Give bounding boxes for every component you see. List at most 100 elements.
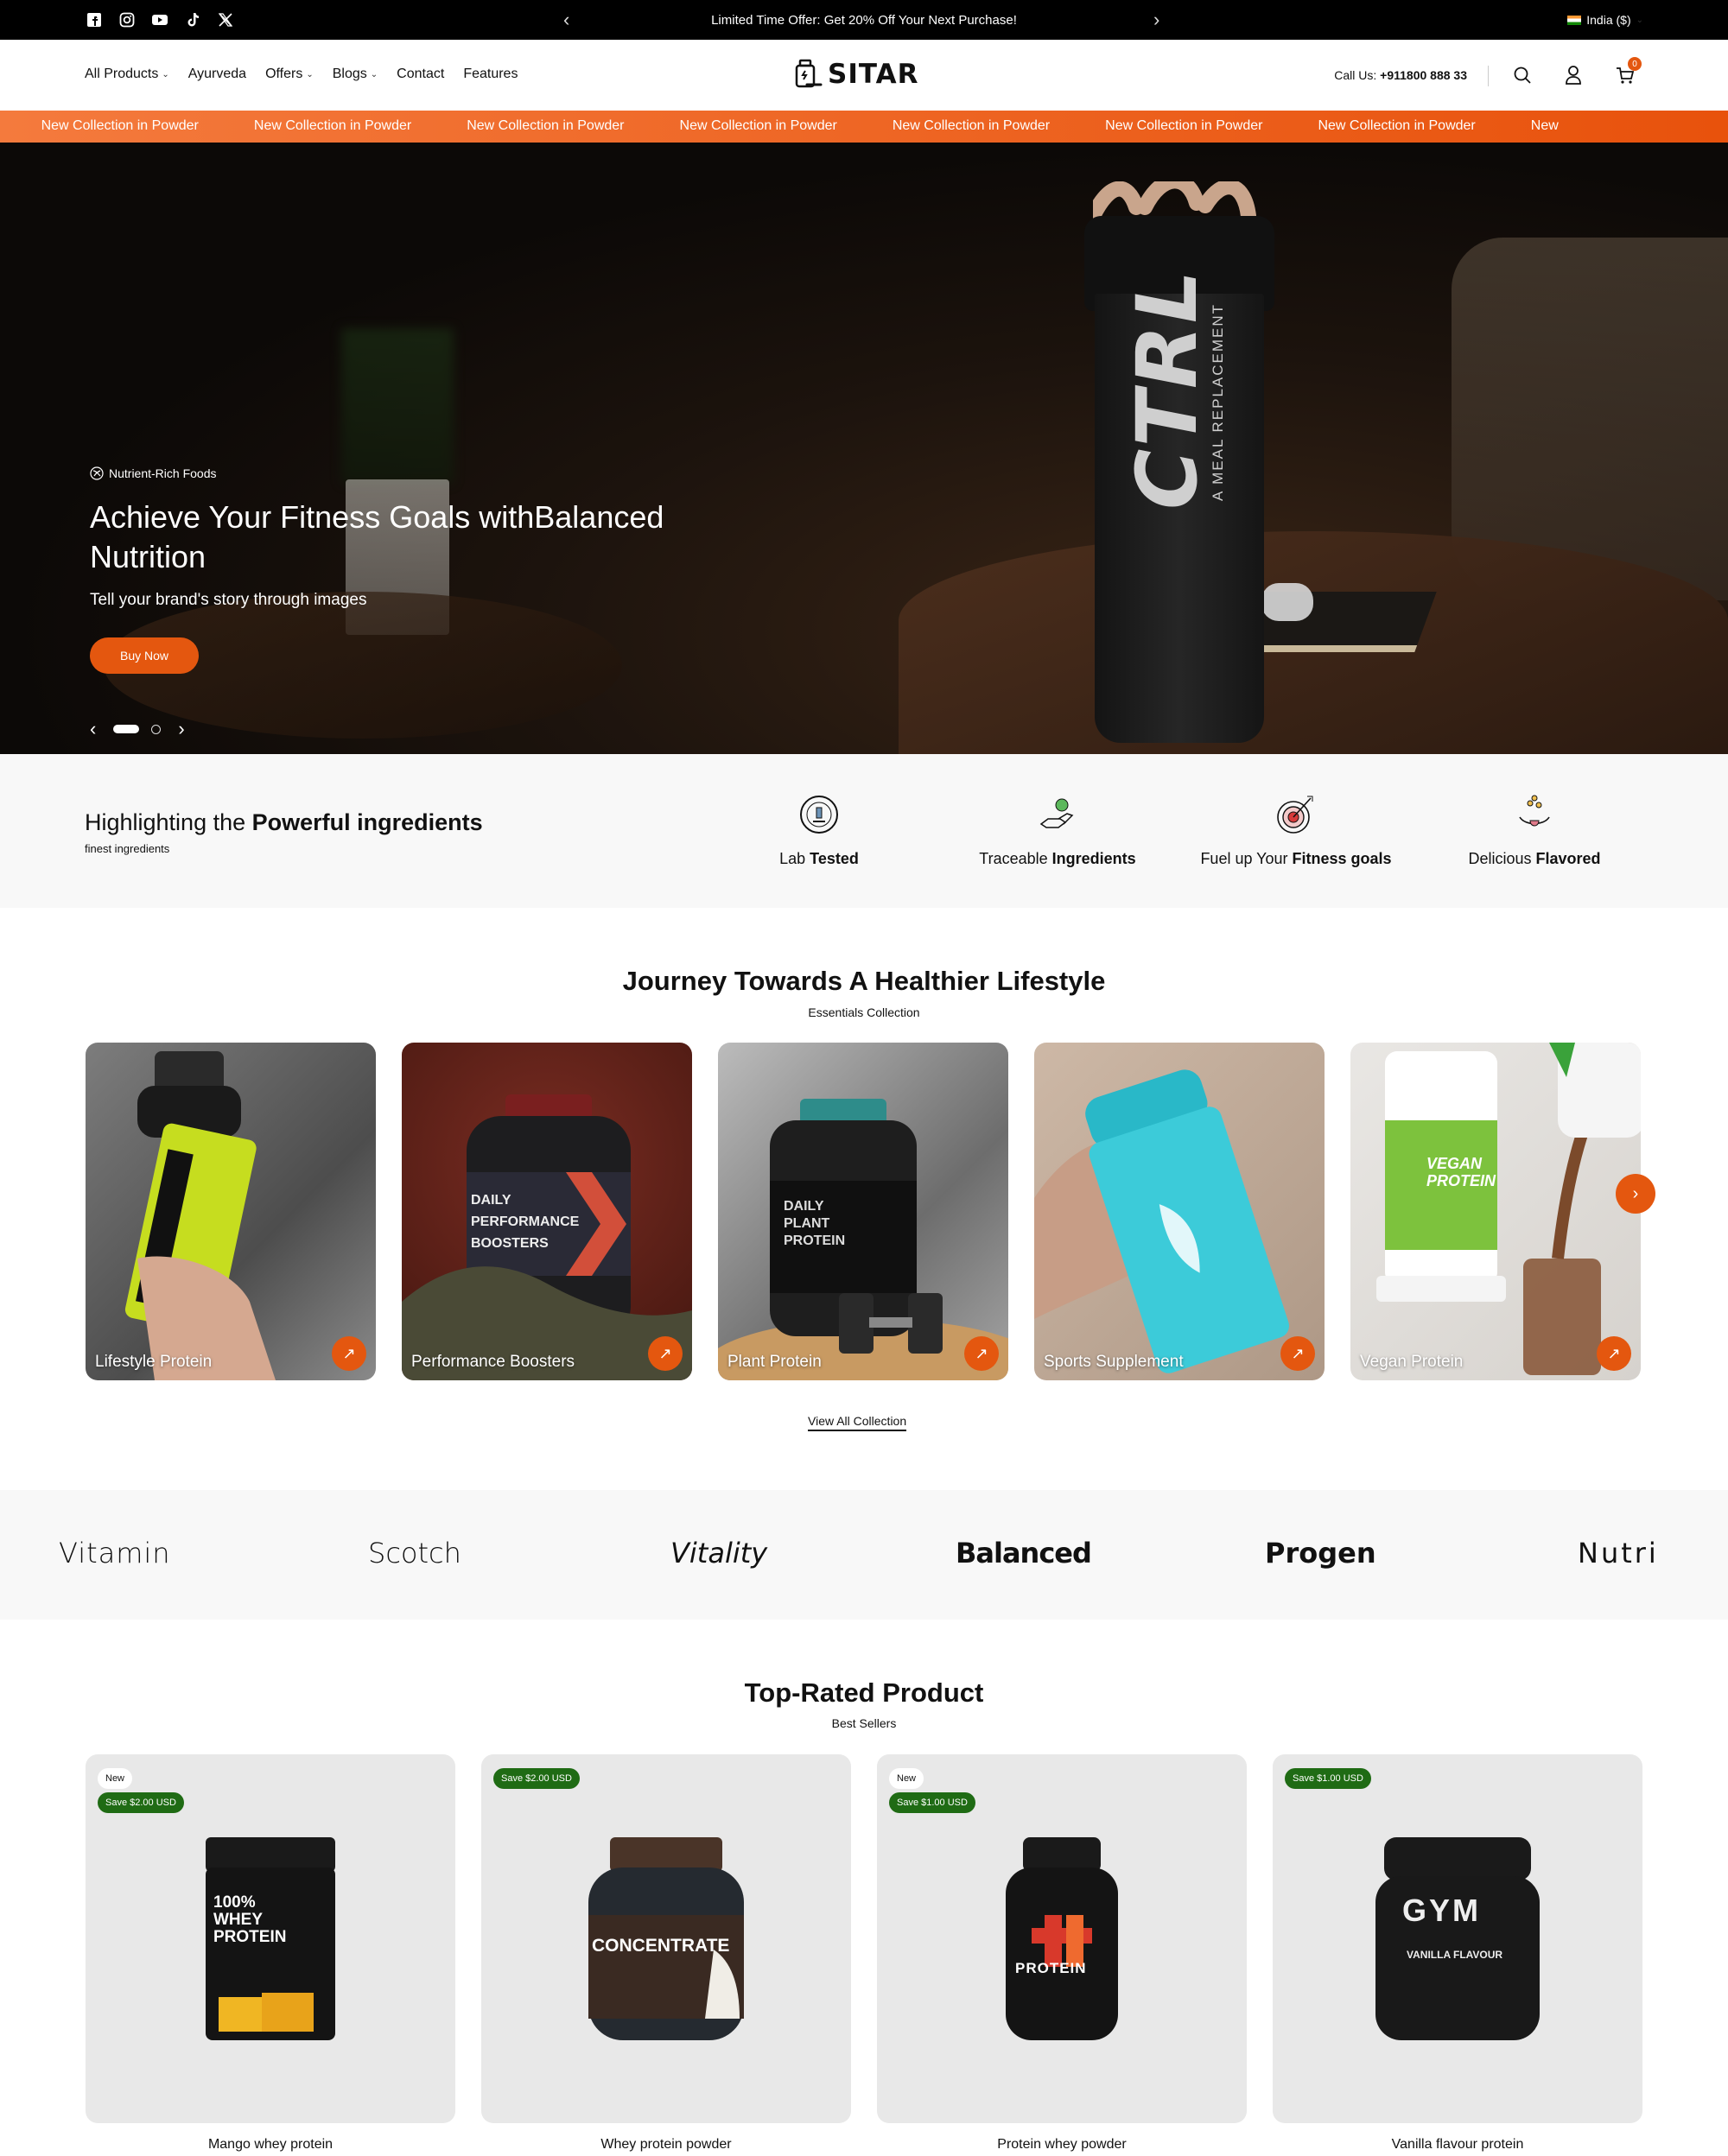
brand-logo[interactable]: Progen <box>1265 1537 1376 1569</box>
collection-card-sports-supplement[interactable]: Sports Supplement ↗ <box>1034 1043 1325 1380</box>
account-button[interactable] <box>1560 62 1586 88</box>
product-card[interactable]: Save $2.00 USD CONCENTRATE <box>481 1754 851 2123</box>
product-name[interactable]: Whey protein powder <box>481 2137 851 2153</box>
product-image <box>1006 1837 1118 2040</box>
carousel-next-button[interactable]: › <box>1616 1174 1655 1214</box>
india-flag-icon <box>1567 15 1582 25</box>
save-badge: Save $1.00 USD <box>889 1792 975 1813</box>
site-logo[interactable]: SITAR <box>793 59 918 90</box>
jar-label: PROTEIN <box>1015 1960 1087 1976</box>
collection-label: Vegan Protein <box>1360 1353 1464 1371</box>
feature-label-bold: Fitness goals <box>1292 850 1392 867</box>
nav-label: Features <box>463 67 518 81</box>
feature-label: Delicious <box>1468 850 1536 867</box>
title-plain: Highlighting the <box>85 809 252 835</box>
user-icon <box>1566 66 1581 85</box>
product-name[interactable]: Vanilla flavour protein <box>1273 2137 1642 2153</box>
announcement-bar: ‹ Limited Time Offer: Get 20% Off Your N… <box>0 0 1728 40</box>
hero-title: Achieve Your Fitness Goals withBalanced … <box>90 499 664 574</box>
hero-plant <box>341 328 454 484</box>
target-icon <box>1277 796 1313 834</box>
brand-logo[interactable]: Nutri <box>1578 1537 1659 1569</box>
chevron-left-icon[interactable]: ‹ <box>90 718 96 740</box>
nav-all-products[interactable]: All Products ⌄ <box>85 67 169 82</box>
brand-logo[interactable]: Scotch <box>368 1537 461 1569</box>
arrow-up-right-icon[interactable]: ↗ <box>1597 1336 1631 1371</box>
hero-slide-controls: ‹ › <box>90 718 185 740</box>
marquee-item: New Collection in Powder <box>892 118 1051 133</box>
highlights-subtitle: finest ingredients <box>85 842 170 855</box>
highlights-section: Highlighting the Powerful ingredients fi… <box>0 754 1728 908</box>
title-bold: Powerful ingredients <box>251 809 483 835</box>
collection-card-plant-protein[interactable]: DAILY PLANT PROTEIN Plant Protein ↗ <box>718 1043 1008 1380</box>
arrow-up-right-icon[interactable]: ↗ <box>964 1336 999 1371</box>
locale-selector[interactable]: India ($) ⌄ <box>1567 13 1643 27</box>
brand-logo[interactable]: Balanced <box>956 1537 1092 1569</box>
arrow-up-right-icon[interactable]: ↗ <box>1280 1336 1315 1371</box>
arrow-up-right-icon[interactable]: ↗ <box>648 1336 683 1371</box>
logo-text: SITAR <box>828 59 919 90</box>
feature-label: Traceable <box>979 850 1052 867</box>
collection-label: Performance Boosters <box>411 1353 575 1371</box>
view-all-collection-link[interactable]: View All Collection <box>808 1414 907 1431</box>
marquee-item: New Collection in Powder <box>679 118 837 133</box>
nav-contact[interactable]: Contact <box>397 67 444 82</box>
highlights-title: Highlighting the Powerful ingredients <box>85 809 483 836</box>
brand-logos-strip: Vitamin Scotch Vitality Balanced Progen … <box>0 1490 1728 1620</box>
collection-label: Sports Supplement <box>1044 1353 1184 1371</box>
supplement-jar-icon <box>795 59 823 88</box>
nav-ayurveda[interactable]: Ayurveda <box>188 67 246 82</box>
nav-blogs[interactable]: Blogs ⌄ <box>333 67 378 82</box>
collection-card-performance-boosters[interactable]: DAILY PERFORMANCE BOOSTERS Performance B… <box>402 1043 692 1380</box>
cart-button[interactable]: 0 <box>1612 57 1642 88</box>
product-name[interactable]: Protein whey powder <box>877 2137 1247 2153</box>
hero-tag-label: Nutrient-Rich Foods <box>109 466 217 480</box>
lab-tested-icon <box>800 796 838 834</box>
buy-now-button[interactable]: Buy Now <box>90 637 199 674</box>
product-name[interactable]: Mango whey protein <box>86 2137 455 2153</box>
new-badge: New <box>889 1768 924 1789</box>
jar-label: VEGAN PROTEIN <box>1426 1155 1496 1189</box>
marquee-item: New Collection in Powder <box>1105 118 1263 133</box>
promo-next-button[interactable]: › <box>1153 9 1159 31</box>
promo-text: Limited Time Offer: Get 20% Off Your Nex… <box>711 13 1017 28</box>
marquee-item: New Collection in Powder <box>467 118 625 133</box>
main-nav: All Products ⌄ Ayurveda Offers ⌄ Blogs ⌄ Co… <box>85 67 518 82</box>
locale-label: India ($) <box>1586 13 1631 27</box>
collection-card-lifestyle-protein[interactable]: Lifestyle Protein ↗ <box>86 1043 376 1380</box>
brand-logo[interactable]: Vitality <box>670 1537 767 1569</box>
collection-label: Lifestyle Protein <box>95 1353 213 1371</box>
search-icon <box>1514 67 1531 84</box>
marquee-item: New <box>1530 118 1559 133</box>
jar-label: CONCENTRATE <box>592 1936 730 1956</box>
product-card[interactable]: New Save $1.00 USD PROTEIN <box>877 1754 1247 2123</box>
feature-traceable-ingredients: Traceable Ingredients <box>945 793 1170 868</box>
slide-dot-active[interactable] <box>113 725 140 733</box>
jar-image <box>718 1099 1008 1380</box>
search-button[interactable] <box>1509 62 1535 88</box>
product-card[interactable]: New Save $2.00 USD 100% WHEY PROTEIN <box>86 1754 455 2123</box>
chevron-right-icon[interactable]: › <box>178 718 184 740</box>
feature-lab-tested: Lab Tested <box>707 793 931 868</box>
brand-logo[interactable]: Vitamin <box>59 1537 171 1569</box>
hand-leaf-icon <box>1039 798 1074 828</box>
jar-image <box>1376 1043 1641 1375</box>
bottle-subtitle: A MEAL REPLACEMENT <box>1210 302 1226 501</box>
hero-tag: Nutrient-Rich Foods <box>90 466 746 480</box>
product-card[interactable]: Save $1.00 USD GYM VANILLA FLAVOUR <box>1273 1754 1642 2123</box>
top-rated-title: Top-Rated Product <box>744 1677 984 1708</box>
new-badge: New <box>98 1768 133 1789</box>
save-badge: Save $2.00 USD <box>493 1768 580 1789</box>
site-header: All Products ⌄ Ayurveda Offers ⌄ Blogs ⌄ Co… <box>0 40 1728 111</box>
chevron-down-icon: ⌄ <box>1636 15 1643 25</box>
hero-shaker-bottle: CTRL A MEAL REPLACEMENT <box>1084 181 1274 754</box>
nav-offers[interactable]: Offers ⌄ <box>265 67 314 82</box>
call-us[interactable]: Call Us: +911800 888 33 <box>1334 68 1467 82</box>
nav-features[interactable]: Features <box>463 67 518 82</box>
tongue-icon <box>1519 795 1550 827</box>
collection-card-vegan-protein[interactable]: VEGAN PROTEIN Vegan Protein ↗ <box>1350 1043 1641 1380</box>
product-image <box>1375 1837 1540 2040</box>
slide-dot[interactable] <box>151 724 162 734</box>
arrow-up-right-icon[interactable]: ↗ <box>332 1336 366 1371</box>
hero-slideshow: CTRL A MEAL REPLACEMENT Nutrient-Rich Fo… <box>0 143 1728 754</box>
